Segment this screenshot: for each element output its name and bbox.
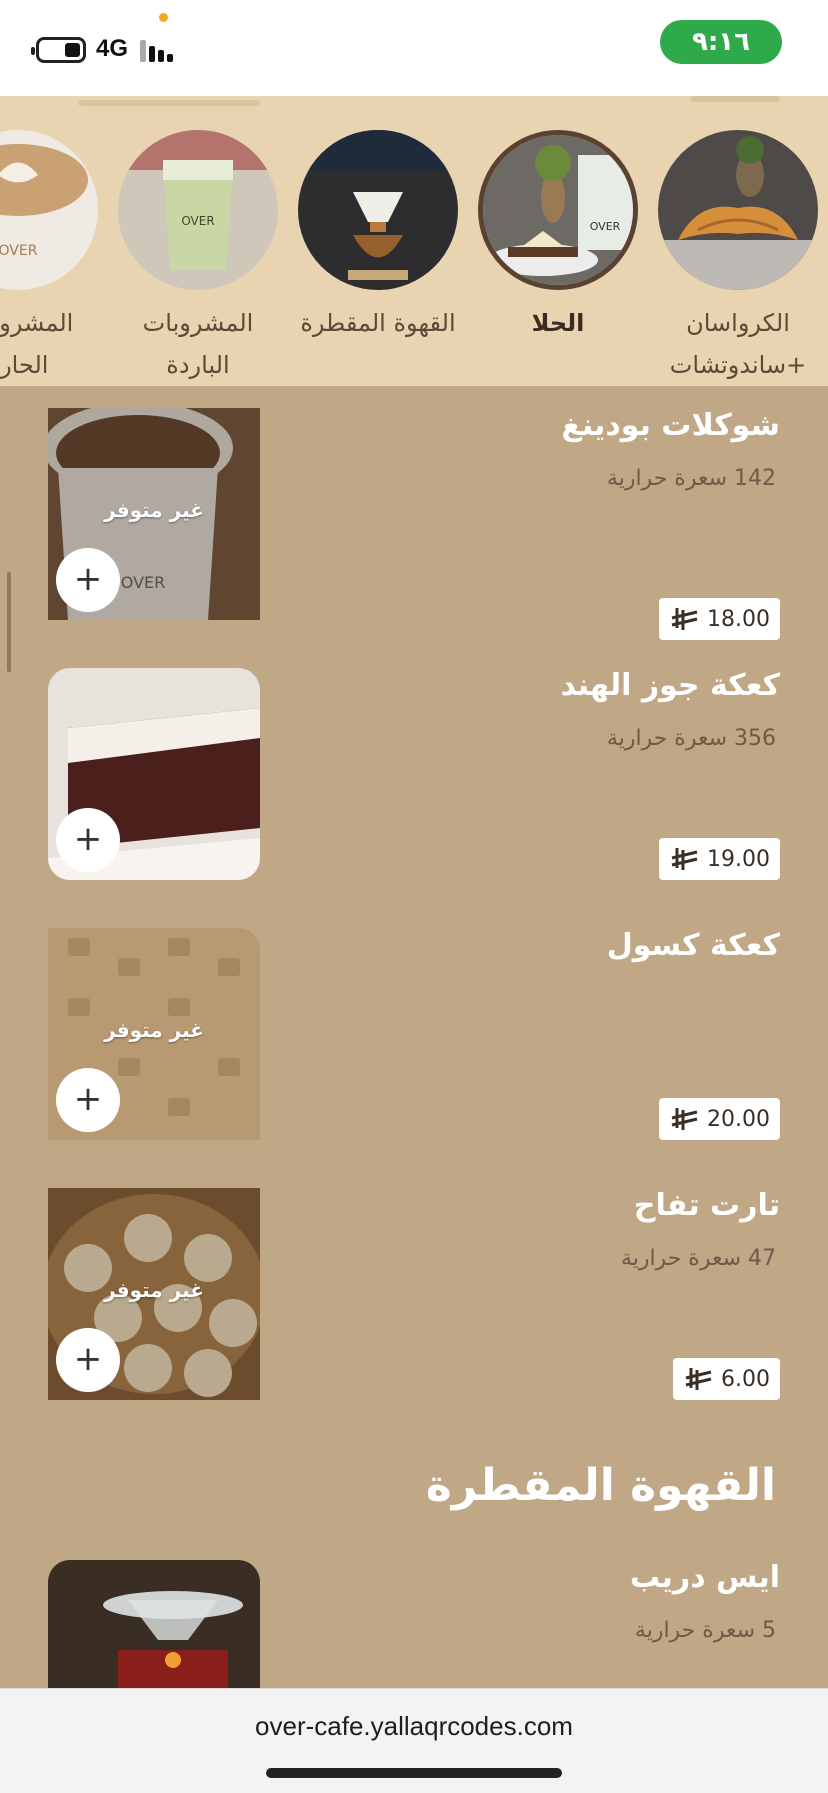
product-card-coconut-cake[interactable]: + كعكة جوز الهند 356 سعرة حرارية 19.00	[0, 668, 828, 880]
product-calories: 5 سعرة حرارية	[634, 1618, 776, 1643]
product-image	[48, 1560, 260, 1688]
time-pill: ٩:١٦	[660, 20, 782, 64]
svg-text:OVER: OVER	[590, 220, 621, 233]
background-placeholder	[78, 100, 260, 106]
price-value: 6.00	[721, 1366, 770, 1392]
add-to-cart-button[interactable]: +	[56, 1068, 120, 1132]
product-calories: 47 سعرة حرارية	[620, 1246, 776, 1271]
battery-icon	[31, 37, 86, 63]
product-card-lazy-cake[interactable]: غير متوفر + كعكة كسول 20.00	[0, 928, 828, 1140]
riyal-icon	[685, 1368, 712, 1390]
category-croissant-image	[658, 130, 818, 290]
url-text[interactable]: over-cafe.yallaqrcodes.com	[0, 1711, 828, 1742]
category-drip-coffee-label: القهوة المقطرة	[300, 309, 456, 337]
product-card-apple-tart[interactable]: غير متوفر + تارت تفاح 47 سعرة حرارية 6.0…	[0, 1188, 828, 1400]
price-tag: 20.00	[659, 1098, 780, 1140]
category-strip[interactable]: الكرواسان +ساندوتشات OVER الحلا القهوة ا…	[0, 96, 828, 386]
status-bar: 4G ٩:١٦	[0, 0, 828, 96]
product-calories: 142 سعرة حرارية	[606, 466, 776, 491]
privacy-indicator	[159, 13, 168, 22]
product-name: شوكلات بودينغ	[561, 408, 780, 443]
category-croissant-label: الكرواسان +ساندوتشات	[669, 309, 807, 379]
category-drip-coffee-image	[298, 130, 458, 290]
product-list[interactable]: OVER غير متوفر + شوكلات بودينغ 142 سعرة …	[0, 386, 828, 1688]
price-value: 20.00	[707, 1106, 770, 1132]
home-indicator[interactable]	[266, 1768, 562, 1778]
product-calories: 356 سعرة حرارية	[606, 726, 776, 751]
unavailable-label: غير متوفر	[104, 1018, 204, 1042]
category-desserts-label: الحلا	[531, 309, 585, 337]
riyal-icon	[671, 1108, 698, 1130]
background-placeholder	[690, 96, 780, 102]
product-card-chocolate-pudding[interactable]: OVER غير متوفر + شوكلات بودينغ 142 سعرة …	[0, 408, 828, 640]
add-to-cart-button[interactable]: +	[56, 808, 120, 872]
category-cold-drinks-label: المشروبات الباردة	[142, 309, 254, 379]
scroll-indicator[interactable]	[7, 572, 11, 672]
category-hot-drinks-label: المشروبات الحارة	[0, 309, 74, 379]
category-cold-drinks[interactable]: OVER المشروبات الباردة	[118, 130, 278, 386]
price-tag: 19.00	[659, 838, 780, 880]
svg-text:OVER: OVER	[0, 243, 38, 259]
price-value: 18.00	[707, 606, 770, 632]
product-name: كعكة جوز الهند	[560, 668, 780, 703]
product-name: تارت تفاح	[633, 1188, 780, 1223]
svg-text:OVER: OVER	[181, 214, 214, 228]
category-drip-coffee[interactable]: القهوة المقطرة	[298, 130, 458, 344]
unavailable-label: غير متوفر	[104, 1278, 204, 1302]
section-title: القهوة المقطرة	[425, 1460, 776, 1511]
category-desserts[interactable]: OVER الحلا	[478, 130, 638, 344]
price-tag: 18.00	[659, 598, 780, 640]
category-desserts-image: OVER	[478, 130, 638, 290]
product-name: كعكة كسول	[606, 928, 780, 963]
add-to-cart-button[interactable]: +	[56, 1328, 120, 1392]
unavailable-label: غير متوفر	[104, 498, 204, 522]
category-croissant[interactable]: الكرواسان +ساندوتشات	[658, 130, 818, 386]
signal-icon	[140, 38, 180, 62]
product-card-iced-drip[interactable]: ايس دريب 5 سعرة حرارية	[0, 1560, 828, 1688]
category-hot-drinks[interactable]: OVER المشروبات الحارة	[0, 130, 98, 386]
price-tag: 6.00	[673, 1358, 780, 1400]
add-to-cart-button[interactable]: +	[56, 548, 120, 612]
price-value: 19.00	[707, 846, 770, 872]
network-type: 4G	[96, 35, 129, 62]
category-hot-drinks-image: OVER	[0, 130, 98, 290]
product-name: ايس دريب	[629, 1560, 780, 1595]
category-cold-drinks-image: OVER	[118, 130, 278, 290]
riyal-icon	[671, 848, 698, 870]
browser-address-bar[interactable]: over-cafe.yallaqrcodes.com	[0, 1688, 828, 1793]
riyal-icon	[671, 608, 698, 630]
